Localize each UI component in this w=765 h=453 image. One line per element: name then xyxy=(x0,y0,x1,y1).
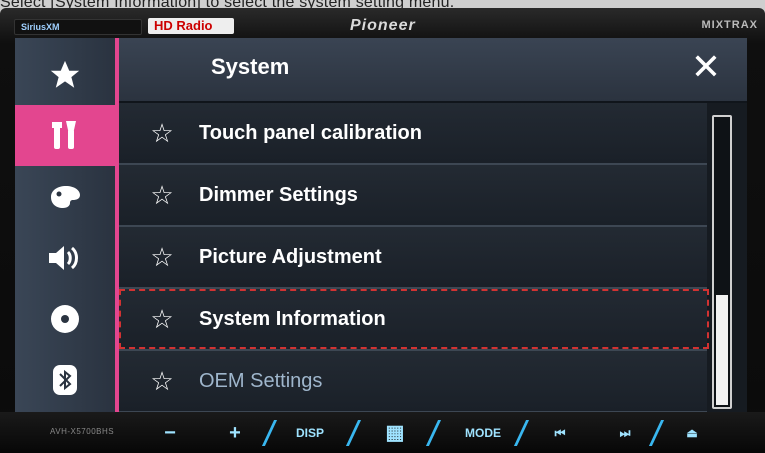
mode-button[interactable]: MODE xyxy=(458,419,508,447)
menu-item-label: Dimmer Settings xyxy=(199,183,358,206)
favorite-star-icon[interactable]: ☆ xyxy=(119,351,199,411)
volume-down-button[interactable]: − xyxy=(150,419,190,447)
close-icon: ✕ xyxy=(690,46,722,87)
menu-item-label: System Information xyxy=(199,307,386,330)
brand-logo: Pioneer xyxy=(350,17,416,34)
divider xyxy=(345,420,362,446)
volume-up-button[interactable]: + xyxy=(215,419,255,447)
top-logo-bar: SiriusXM HD Radio Pioneer MIXTRAX xyxy=(10,17,762,35)
menu-item-label: Touch panel calibration xyxy=(199,121,422,144)
eject-button[interactable]: ⏏ xyxy=(672,419,712,447)
favorite-star-icon[interactable]: ☆ xyxy=(119,165,199,225)
system-menu-panel: System ✕ ☆ Touch panel calibration ☆ Dim… xyxy=(119,38,747,418)
divider xyxy=(261,420,278,446)
page-title: System xyxy=(211,54,290,79)
theme-icon xyxy=(48,184,82,210)
model-label: AVH-X5700BHS xyxy=(50,427,115,436)
menu-item-dimmer-settings[interactable]: ☆ Dimmer Settings xyxy=(119,165,707,227)
previous-track-button[interactable]: ⏮ xyxy=(540,419,580,447)
divider xyxy=(648,420,665,446)
menu-item-label: Picture Adjustment xyxy=(199,245,382,268)
menu-item-touch-panel-calibration[interactable]: ☆ Touch panel calibration xyxy=(119,103,707,165)
disc-icon xyxy=(50,304,80,334)
scrollbar[interactable] xyxy=(712,115,732,409)
sidebar-item-favorites[interactable] xyxy=(15,44,115,105)
sidebar-item-disc[interactable] xyxy=(15,288,115,349)
sidebar-item-bluetooth[interactable] xyxy=(15,349,115,410)
speaker-icon xyxy=(47,244,83,272)
panel-header: System ✕ xyxy=(119,38,747,103)
menu-item-label: OEM Settings xyxy=(199,369,323,392)
close-button[interactable]: ✕ xyxy=(687,48,725,86)
menu-item-system-information[interactable]: ☆ System Information xyxy=(119,289,709,351)
touch-screen: System ✕ ☆ Touch panel calibration ☆ Dim… xyxy=(15,38,747,418)
favorite-star-icon[interactable]: ☆ xyxy=(119,289,199,349)
bluetooth-icon xyxy=(52,364,78,396)
favorite-star-icon[interactable]: ☆ xyxy=(119,227,199,287)
sidebar-item-system[interactable] xyxy=(15,105,115,166)
scrollbar-thumb[interactable] xyxy=(716,295,728,405)
mixtrax-logo: MIXTRAX xyxy=(701,19,758,31)
sidebar xyxy=(15,38,115,418)
favorite-star-icon[interactable]: ☆ xyxy=(119,103,199,163)
menu-item-oem-settings[interactable]: ☆ OEM Settings xyxy=(119,351,707,413)
sidebar-item-theme[interactable] xyxy=(15,166,115,227)
next-track-button[interactable]: ⏭ xyxy=(605,419,645,447)
star-icon xyxy=(48,58,82,92)
home-button[interactable]: ▦ xyxy=(370,419,420,447)
hd-radio-badge: HD Radio xyxy=(148,18,234,34)
device-bezel: SiriusXM HD Radio Pioneer MIXTRAX System… xyxy=(0,8,765,453)
divider xyxy=(425,420,442,446)
sidebar-item-audio[interactable] xyxy=(15,227,115,288)
disp-button[interactable]: DISP xyxy=(285,419,335,447)
siriusxm-badge: SiriusXM xyxy=(14,19,142,35)
tools-icon xyxy=(50,119,80,153)
hardware-button-bar: AVH-X5700BHS − + DISP ▦ MODE ⏮ ⏭ ⏏ xyxy=(0,412,765,453)
menu-item-picture-adjustment[interactable]: ☆ Picture Adjustment xyxy=(119,227,707,289)
divider xyxy=(513,420,530,446)
